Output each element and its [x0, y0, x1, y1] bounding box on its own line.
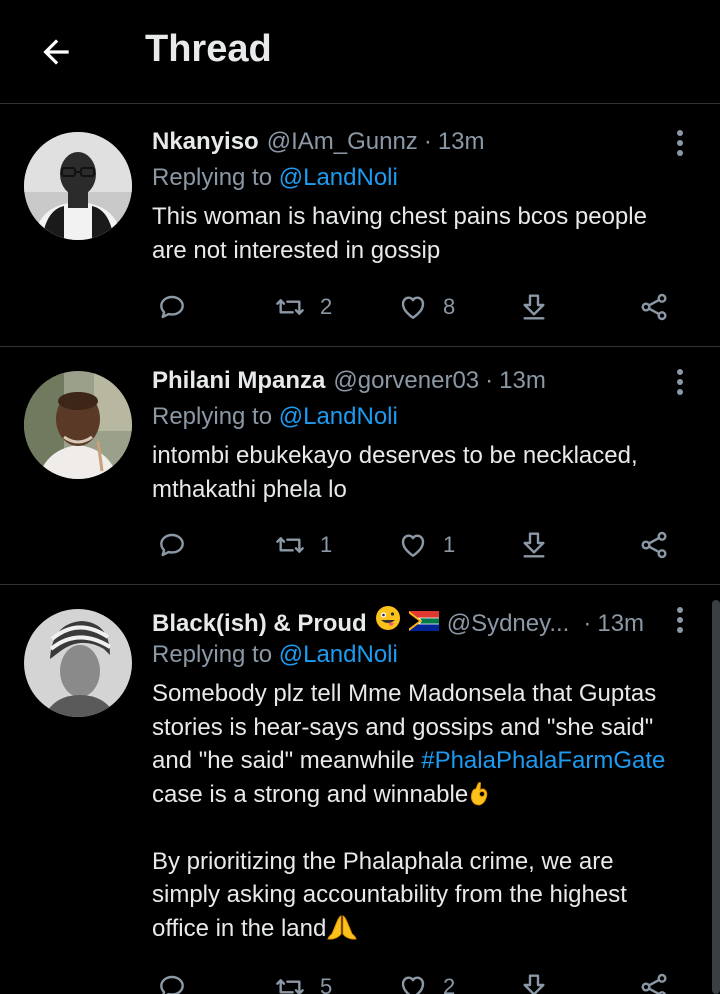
author-name[interactable]: Black(ish) & Proud — [152, 610, 367, 638]
scrollbar[interactable] — [712, 600, 720, 994]
tweet-line: mthakathi phela lo — [152, 475, 347, 503]
retweet-button[interactable]: 2 — [274, 289, 332, 325]
tweet-line: This woman is having chest pains bcos pe… — [152, 203, 647, 230]
tweet[interactable]: Philani Mpanza @gorvener03 · 13m Replyin… — [0, 347, 720, 585]
reply-icon — [160, 295, 184, 319]
download-icon — [523, 974, 545, 994]
tweet-time[interactable]: 13m — [438, 128, 485, 156]
replying-to-label: Replying to — [152, 403, 273, 430]
tweet-actions: 1 1 — [152, 527, 682, 563]
author-handle[interactable]: @Sydney... — [447, 610, 570, 638]
share-icon — [641, 293, 667, 321]
ok-hand-emoji — [471, 781, 488, 806]
like-button[interactable]: 8 — [397, 289, 455, 325]
tweet-line: case is a strong and winnable — [152, 778, 712, 812]
tweet-text: This woman is having chest pains bcos pe… — [152, 200, 712, 267]
tweet-line: and "he said" meanwhile #PhalaPhalaFarmG… — [152, 744, 712, 778]
replying-to-mention[interactable]: @LandNoli — [279, 641, 398, 668]
reply-button[interactable] — [156, 289, 188, 325]
south-africa-flag-emoji — [408, 611, 439, 631]
retweet-icon — [276, 979, 304, 994]
tweet-actions: 5 2 — [152, 969, 682, 994]
retweet-count: 2 — [320, 294, 333, 319]
download-button[interactable] — [518, 969, 550, 994]
avatar[interactable] — [24, 132, 132, 240]
reply-button[interactable] — [156, 969, 188, 994]
download-icon — [523, 532, 545, 558]
share-icon — [641, 531, 667, 559]
like-button[interactable]: 1 — [397, 527, 455, 563]
download-button[interactable] — [518, 527, 550, 563]
retweet-count: 5 — [320, 974, 333, 994]
replying-to-mention[interactable]: @LandNoli — [279, 164, 398, 191]
share-icon — [641, 973, 667, 994]
hashtag-link[interactable]: #PhalaPhalaFarmGate — [421, 747, 665, 774]
tweet-line: Somebody plz tell Mme Madonsela that Gup… — [152, 680, 657, 707]
share-button[interactable] — [638, 527, 670, 563]
like-count: 2 — [443, 974, 456, 994]
like-count: 8 — [443, 294, 456, 319]
tweet-header: Nkanyiso @IAm_Gunnz · 13m — [152, 128, 660, 160]
retweet-icon — [276, 299, 304, 315]
retweet-count: 1 — [320, 532, 333, 557]
replying-to: Replying to @LandNoli — [152, 403, 398, 431]
like-count: 1 — [443, 532, 456, 557]
download-button[interactable] — [518, 289, 550, 325]
reply-button[interactable] — [156, 527, 188, 563]
share-button[interactable] — [638, 289, 670, 325]
tweet-actions: 2 8 — [152, 289, 682, 325]
separator-dot: · — [583, 610, 592, 637]
tweet-line-text: office in the land — [152, 914, 327, 942]
tweet[interactable]: Black(ish) & Proud @Sydney... · 13m Repl… — [0, 585, 720, 994]
page-title: Thread — [145, 28, 272, 70]
more-options-icon[interactable] — [670, 605, 690, 635]
tweet-header: Philani Mpanza @gorvener03 · 13m — [152, 367, 660, 399]
like-button[interactable]: 2 — [397, 969, 455, 994]
author-name[interactable]: Philani Mpanza — [152, 367, 325, 395]
retweet-button[interactable]: 1 — [274, 527, 332, 563]
retweet-icon — [276, 537, 304, 553]
folded-hands-emoji — [327, 914, 358, 939]
like-icon — [401, 296, 425, 319]
author-handle[interactable]: @gorvener03 — [333, 367, 479, 395]
replying-to: Replying to @LandNoli — [152, 164, 398, 192]
tweet-line: stories is hear-says and gossips and "sh… — [152, 713, 654, 741]
reply-icon — [160, 975, 184, 994]
retweet-button[interactable]: 5 — [274, 969, 332, 994]
like-icon — [401, 534, 425, 557]
avatar[interactable] — [24, 371, 132, 479]
share-button[interactable] — [638, 969, 670, 994]
tweet[interactable]: Nkanyiso @IAm_Gunnz · 13m Replying to @L… — [0, 108, 720, 347]
tweet-text: Somebody plz tell Mme Madonsela that Gup… — [152, 677, 712, 945]
tweet-line: intombi ebukekayo deserves to be necklac… — [152, 442, 638, 469]
top-bar: Thread — [0, 0, 720, 104]
tweet-line: are not interested in gossip — [152, 236, 441, 264]
tweet-line-text: case is a strong and winnable — [152, 780, 469, 808]
back-arrow-icon[interactable] — [34, 30, 78, 74]
tweet-line: By prioritizing the Phalaphala crime, we… — [152, 847, 614, 875]
replying-to-label: Replying to — [152, 641, 273, 668]
replying-to-mention[interactable]: @LandNoli — [279, 403, 398, 430]
zany-face-emoji — [375, 606, 400, 630]
download-icon — [523, 294, 545, 320]
reply-icon — [160, 533, 184, 557]
replying-to-label: Replying to — [152, 164, 273, 191]
tweet-line: office in the land — [152, 912, 712, 946]
like-icon — [401, 976, 425, 994]
tweet-line-text: and "he said" meanwhile — [152, 747, 415, 774]
more-options-icon[interactable] — [670, 367, 690, 397]
separator-dot: · — [485, 367, 494, 394]
replying-to: Replying to @LandNoli — [152, 641, 398, 669]
author-name[interactable]: Nkanyiso — [152, 128, 259, 156]
tweet-time[interactable]: 13m — [597, 610, 644, 638]
tweet-time[interactable]: 13m — [499, 367, 546, 395]
tweet-line: simply asking accountability from the hi… — [152, 881, 627, 908]
tweet-text: intombi ebukekayo deserves to be necklac… — [152, 439, 712, 506]
avatar[interactable] — [24, 609, 132, 717]
more-options-icon[interactable] — [670, 128, 690, 158]
author-handle[interactable]: @IAm_Gunnz — [267, 128, 418, 156]
separator-dot: · — [423, 128, 432, 155]
tweet-header: Black(ish) & Proud @Sydney... · 13m — [152, 605, 660, 637]
